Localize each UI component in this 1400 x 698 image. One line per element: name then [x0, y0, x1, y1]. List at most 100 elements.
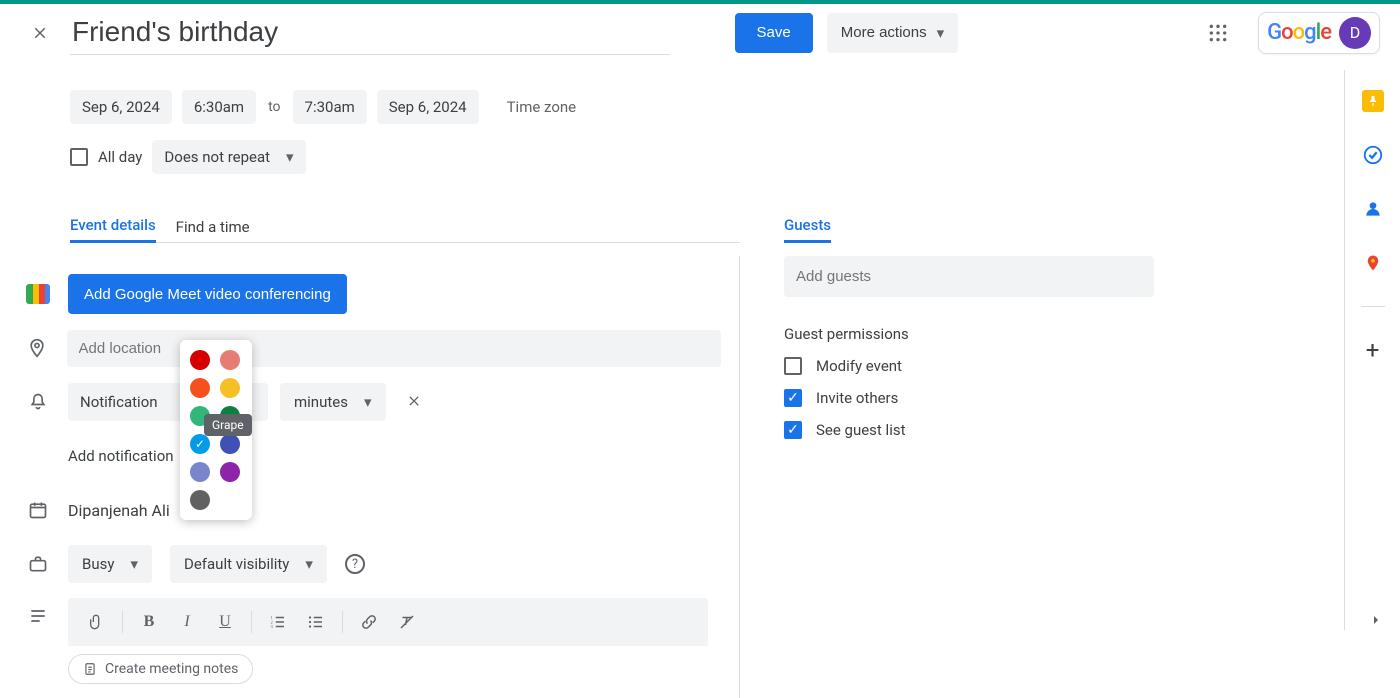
paperclip-icon — [88, 613, 104, 631]
start-date-button[interactable]: Sep 6, 2024 — [70, 90, 172, 124]
see-guest-list-label: See guest list — [816, 421, 906, 439]
google-logo: Google — [1267, 20, 1331, 45]
color-option-tangerine[interactable] — [190, 378, 210, 398]
timezone-button[interactable]: Time zone — [507, 98, 577, 116]
visibility-label: Default visibility — [184, 555, 289, 573]
recurrence-select[interactable]: Does not repeat ▾ — [152, 140, 305, 174]
create-meeting-notes-label: Create meeting notes — [105, 661, 238, 677]
visibility-select[interactable]: Default visibility ▾ — [170, 545, 327, 583]
apps-grid-icon — [1208, 23, 1228, 43]
end-time-button[interactable]: 7:30am — [293, 90, 367, 124]
tab-event-details[interactable]: Event details — [70, 210, 156, 243]
color-option-grape[interactable] — [220, 462, 240, 482]
more-actions-button[interactable]: More actions ▾ — [827, 13, 958, 53]
side-panel-contacts-button[interactable] — [1362, 198, 1384, 220]
notification-unit-select[interactable]: minutes ▾ — [280, 383, 386, 421]
add-meet-button[interactable]: Add Google Meet video conferencing — [68, 274, 347, 314]
contacts-icon — [1363, 199, 1383, 219]
side-panel-collapse-button[interactable] — [1368, 612, 1384, 632]
availability-select[interactable]: Busy ▾ — [68, 545, 152, 583]
color-option-tomato[interactable] — [190, 350, 210, 370]
side-panel-keep-button[interactable] — [1362, 90, 1384, 112]
event-title-input[interactable] — [70, 10, 670, 55]
modify-event-checkbox[interactable] — [784, 357, 802, 375]
color-tooltip: Grape — [204, 414, 252, 436]
account-avatar[interactable]: D — [1339, 17, 1371, 49]
svg-text:3: 3 — [271, 624, 274, 629]
all-day-row: All day Does not repeat ▾ — [70, 140, 1340, 174]
chevron-right-icon — [1368, 612, 1384, 628]
color-option-lavender[interactable] — [190, 462, 210, 482]
calendar-icon — [28, 500, 48, 520]
side-panel-addons-button[interactable]: + — [1362, 339, 1384, 361]
end-date-button[interactable]: Sep 6, 2024 — [377, 90, 479, 124]
location-pin-icon — [27, 338, 47, 358]
numbered-list-button[interactable]: 123 — [260, 606, 296, 638]
list-ol-icon: 123 — [269, 613, 287, 631]
google-side-panel: + — [1344, 70, 1400, 630]
recurrence-label: Does not repeat — [164, 148, 270, 166]
chevron-down-icon: ▾ — [286, 148, 294, 166]
add-notification-button[interactable]: Add notification — [68, 447, 174, 465]
keep-icon — [1367, 94, 1379, 108]
close-icon — [31, 24, 49, 42]
modify-event-label: Modify event — [816, 357, 902, 375]
event-details-panel: Add Google Meet video conferencing Notif… — [70, 256, 740, 698]
close-icon — [406, 393, 422, 409]
guests-panel: Guest permissions Modify event Invite ot… — [784, 256, 1154, 698]
insert-link-button[interactable] — [351, 606, 387, 638]
clear-format-icon — [398, 613, 416, 631]
invite-others-label: Invite others — [816, 389, 898, 407]
add-guests-input[interactable] — [784, 256, 1154, 297]
side-panel-divider — [1361, 306, 1385, 307]
date-time-row: Sep 6, 2024 6:30am to 7:30am Sep 6, 2024… — [70, 90, 1340, 124]
bold-button[interactable]: B — [131, 606, 167, 638]
clear-formatting-button[interactable] — [389, 606, 425, 638]
attach-file-button[interactable] — [78, 606, 114, 638]
start-time-button[interactable]: 6:30am — [182, 90, 256, 124]
description-toolbar: B I U 123 — [68, 598, 708, 646]
calendar-owner-label: Dipanjenah Ali — [68, 501, 170, 520]
create-meeting-notes-button[interactable]: Create meeting notes — [68, 654, 253, 684]
color-option-peacock[interactable] — [190, 434, 210, 454]
window-top-accent — [0, 0, 1400, 4]
guest-permissions-title: Guest permissions — [784, 325, 1154, 343]
location-input[interactable] — [67, 330, 721, 367]
color-option-banana[interactable] — [220, 378, 240, 398]
italic-button[interactable]: I — [169, 606, 205, 638]
notification-unit-label: minutes — [294, 393, 348, 411]
tab-guests[interactable]: Guests — [784, 210, 831, 243]
side-panel-maps-button[interactable] — [1362, 252, 1384, 274]
chevron-down-icon: ▾ — [364, 393, 372, 411]
all-day-checkbox[interactable] — [70, 148, 88, 166]
maps-icon — [1364, 252, 1382, 274]
color-option-blueberry[interactable] — [220, 434, 240, 454]
side-panel-tasks-button[interactable] — [1362, 144, 1384, 166]
remove-notification-button[interactable] — [398, 390, 430, 414]
list-ul-icon — [307, 613, 325, 631]
briefcase-icon — [28, 554, 48, 574]
google-meet-icon — [26, 284, 50, 304]
color-option-flamingo[interactable] — [220, 350, 240, 370]
chevron-down-icon: ▾ — [937, 24, 945, 42]
bell-icon — [28, 392, 48, 412]
underline-button[interactable]: U — [207, 606, 243, 638]
doc-icon — [83, 661, 97, 677]
description-icon — [28, 606, 48, 626]
tasks-icon — [1362, 144, 1384, 166]
bulleted-list-button[interactable] — [298, 606, 334, 638]
save-button[interactable]: Save — [735, 13, 813, 53]
tab-find-a-time[interactable]: Find a time — [176, 212, 250, 242]
see-guest-list-checkbox[interactable] — [784, 421, 802, 439]
more-actions-label: More actions — [841, 24, 927, 41]
to-label: to — [266, 99, 282, 115]
google-apps-button[interactable] — [1198, 13, 1238, 53]
color-option-graphite[interactable] — [190, 490, 210, 510]
close-editor-button[interactable] — [20, 13, 60, 53]
all-day-label: All day — [98, 148, 142, 166]
visibility-help-button[interactable]: ? — [345, 554, 365, 574]
google-account-chip[interactable]: Google D — [1258, 12, 1380, 54]
invite-others-checkbox[interactable] — [784, 389, 802, 407]
event-editor-topbar: Save More actions ▾ Google D — [20, 10, 1380, 55]
link-icon — [360, 613, 378, 631]
